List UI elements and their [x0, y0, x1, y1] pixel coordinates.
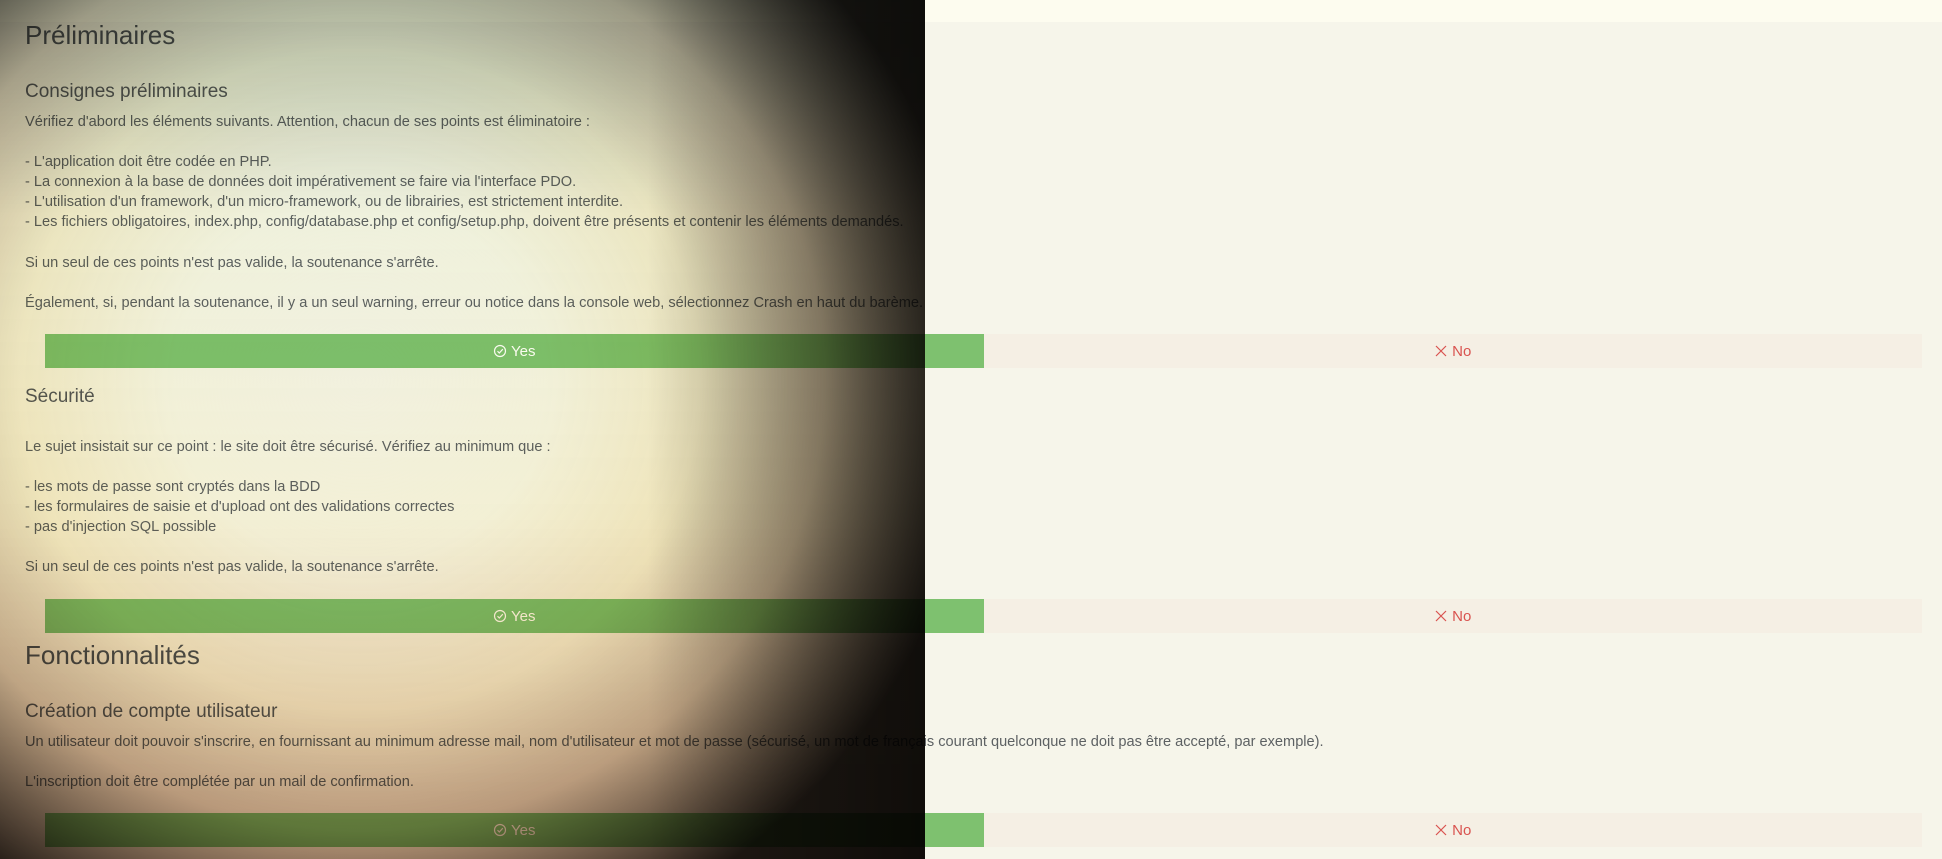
securite-intro: Le sujet insistait sur ce point : le sit…	[25, 439, 551, 455]
creation-line1: Un utilisateur doit pouvoir s'inscrire, …	[25, 734, 1324, 750]
no-label: No	[1452, 821, 1472, 839]
block-title-creation: Création de compte utilisateur	[25, 701, 278, 722]
yes-label: Yes	[511, 607, 536, 625]
check-circle-icon	[493, 344, 507, 358]
no-button[interactable]: No	[983, 599, 1922, 633]
securite-item: - les mots de passe sont cryptés dans la…	[25, 479, 321, 495]
yes-button[interactable]: Yes	[45, 813, 984, 847]
consignes-crash: Également, si, pendant la soutenance, il…	[25, 295, 924, 311]
consignes-item: - L'application doit être codée en PHP.	[25, 154, 272, 170]
consignes-stop: Si un seul de ces points n'est pas valid…	[25, 255, 439, 271]
close-icon	[1434, 344, 1448, 358]
answer-row-creation: Yes No	[45, 813, 1922, 847]
block-title-consignes: Consignes préliminaires	[25, 81, 228, 102]
close-icon	[1434, 823, 1448, 837]
yes-label: Yes	[511, 342, 536, 360]
check-circle-icon	[493, 823, 507, 837]
answer-row-securite: Yes No	[45, 599, 1922, 633]
section-title-preliminaires: Préliminaires	[25, 20, 176, 50]
no-label: No	[1452, 342, 1472, 360]
answer-row-consignes: Yes No	[45, 334, 1922, 368]
yes-button[interactable]: Yes	[45, 599, 984, 633]
no-button[interactable]: No	[983, 334, 1922, 368]
consignes-item: - Les fichiers obligatoires, index.php, …	[25, 214, 904, 230]
consignes-item: - La connexion à la base de données doit…	[25, 174, 577, 190]
block-title-securite: Sécurité	[25, 386, 95, 407]
no-label: No	[1452, 607, 1472, 625]
check-circle-icon	[493, 609, 507, 623]
section-title-fonctionnalites: Fonctionnalités	[25, 640, 200, 670]
yes-label: Yes	[511, 821, 536, 839]
consignes-intro: Vérifiez d'abord les éléments suivants. …	[25, 114, 590, 130]
evaluation-page: Préliminaires Consignes préliminaires Vé…	[0, 0, 1942, 859]
consignes-item: - L'utilisation d'un framework, d'un mic…	[25, 194, 624, 210]
securite-stop: Si un seul de ces points n'est pas valid…	[25, 559, 439, 575]
securite-item: - les formulaires de saisie et d'upload …	[25, 499, 455, 515]
creation-line2: L'inscription doit être complétée par un…	[25, 774, 414, 790]
close-icon	[1434, 609, 1448, 623]
securite-item: - pas d'injection SQL possible	[25, 519, 217, 535]
no-button[interactable]: No	[983, 813, 1922, 847]
yes-button[interactable]: Yes	[45, 334, 984, 368]
